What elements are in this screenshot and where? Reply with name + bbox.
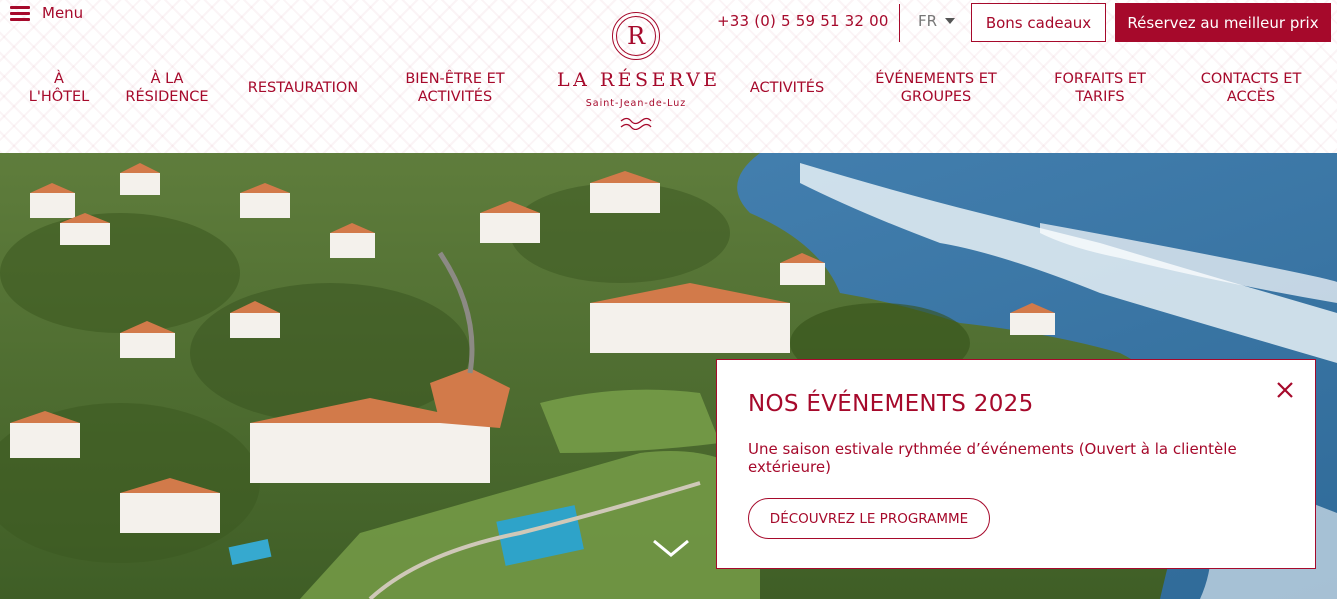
logo-subtitle: Saint-Jean-de-Luz <box>585 98 687 109</box>
nav-item-contacts[interactable]: CONTACTS ET ACCÈS <box>1186 70 1316 106</box>
events-popup: NOS ÉVÉNEMENTS 2025 Une saison estivale … <box>716 359 1316 569</box>
nav-item-restauration[interactable]: RESTAURATION <box>240 70 366 106</box>
caret-down-icon <box>945 18 956 24</box>
nav-item-packages[interactable]: FORFAITS ET TARIFS <box>1045 70 1155 106</box>
nav-item-hotel[interactable]: À L'HÔTEL <box>29 70 89 106</box>
language-selector[interactable]: FR <box>918 12 956 30</box>
menu-button[interactable]: Menu <box>10 2 83 24</box>
language-label: FR <box>918 12 938 30</box>
nav-item-activities[interactable]: ACTIVITÉS <box>742 70 832 106</box>
wave-icon <box>620 117 652 130</box>
header-divider <box>899 4 900 42</box>
close-icon[interactable] <box>1275 380 1295 400</box>
book-button[interactable]: Réservez au meilleur prix <box>1115 3 1331 42</box>
nav-item-residence[interactable]: À LA RÉSIDENCE <box>118 70 216 106</box>
logo-letter: R <box>626 22 646 50</box>
site-logo[interactable]: R LA RÉSERVE Saint-Jean-de-Luz <box>557 12 721 134</box>
menu-label: Menu <box>42 4 84 22</box>
popup-description: Une saison estivale rythmée d’événements… <box>748 440 1237 476</box>
discover-program-button[interactable]: DÉCOUVREZ LE PROGRAMME <box>748 498 990 539</box>
logo-name: LA RÉSERVE <box>557 69 721 91</box>
site-header: Menu +33 (0) 5 59 51 32 00 FR Bons cadea… <box>0 0 1337 153</box>
phone-link[interactable]: +33 (0) 5 59 51 32 00 <box>717 12 889 30</box>
nav-item-events[interactable]: ÉVÉNEMENTS ET GROUPES <box>866 70 1006 106</box>
gift-cards-button[interactable]: Bons cadeaux <box>971 3 1106 42</box>
logo-emblem: R <box>612 12 660 60</box>
popup-title: NOS ÉVÉNEMENTS 2025 <box>748 391 1034 417</box>
nav-item-wellness[interactable]: BIEN-ÊTRE ET ACTIVITÉS <box>395 70 515 106</box>
chevron-down-icon[interactable] <box>651 537 691 559</box>
hamburger-icon <box>10 5 30 21</box>
